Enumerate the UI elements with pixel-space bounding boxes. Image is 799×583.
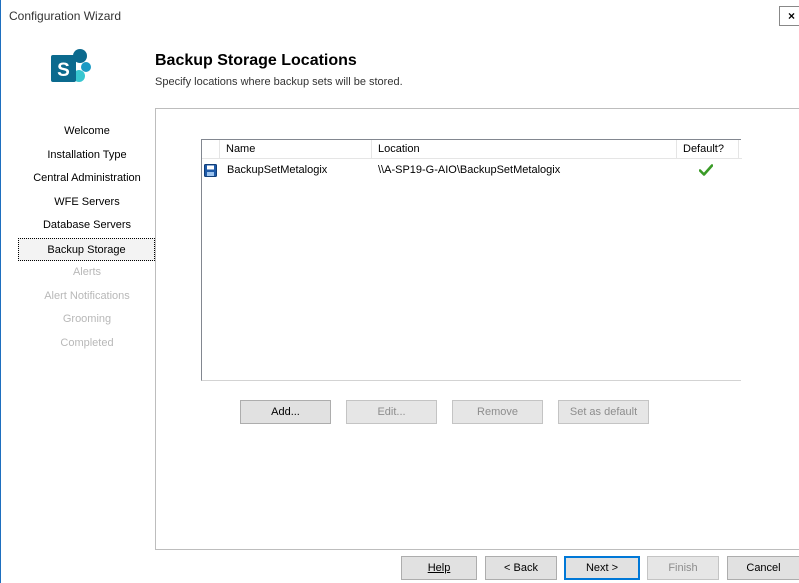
nav-step-alert-notifications: Alert Notifications [44, 289, 130, 302]
row-location: \\A-SP19-G-AIO\BackupSetMetalogix [378, 164, 561, 176]
row-name: BackupSetMetalogix [227, 164, 328, 176]
wizard-steps-nav: Welcome Installation Type Central Admini… [18, 120, 155, 355]
column-icon[interactable] [202, 140, 220, 159]
help-label: Help [427, 562, 451, 574]
disk-icon [204, 164, 217, 177]
cancel-button[interactable]: Cancel [727, 556, 799, 580]
nav-step-grooming: Grooming [62, 313, 112, 325]
nav-step-welcome[interactable]: Welcome [19, 120, 155, 144]
configuration-wizard-window: Configuration Wizard × S Backup Storage … [0, 0, 799, 583]
remove-button[interactable]: Remove [452, 400, 543, 424]
nav-step-alerts: Alerts [72, 266, 102, 278]
nav-step-installation-type[interactable]: Installation Type [19, 144, 155, 168]
close-button[interactable]: × [779, 6, 799, 26]
add-button[interactable]: Add... [240, 400, 331, 424]
nav-step-central-administration[interactable]: Central Administration [19, 167, 155, 191]
close-icon: × [788, 9, 796, 23]
next-button[interactable]: Next > [564, 556, 640, 580]
nav-step-database-servers[interactable]: Database Servers [19, 214, 155, 238]
list-item[interactable]: BackupSetMetalogix \\A-SP19-G-AIO\Backup… [202, 161, 742, 179]
svg-text:S: S [57, 60, 70, 81]
sharepoint-logo-icon: S [51, 49, 91, 82]
nav-step-wfe-servers[interactable]: WFE Servers [19, 191, 155, 215]
edit-button[interactable]: Edit... [346, 400, 437, 424]
page-subtitle: Specify locations where backup sets will… [155, 76, 403, 88]
nav-step-backup-storage[interactable]: Backup Storage [18, 237, 155, 261]
set-as-default-button[interactable]: Set as default [558, 400, 649, 424]
page-title: Backup Storage Locations [155, 52, 357, 69]
column-default[interactable]: Default? [677, 140, 739, 159]
column-location[interactable]: Location [372, 140, 677, 159]
nav-step-completed: Completed [60, 336, 114, 349]
window-title: Configuration Wizard [9, 9, 122, 23]
help-button[interactable]: Help [401, 556, 477, 580]
list-header: Name Location Default? [202, 140, 742, 159]
back-button[interactable]: < Back [485, 556, 557, 580]
checkmark-icon [699, 164, 713, 176]
backup-locations-list[interactable]: Name Location Default? BackupSetMetalogi… [201, 139, 742, 381]
title-bar: Configuration Wizard × [1, 0, 799, 30]
finish-button[interactable]: Finish [647, 556, 719, 580]
column-name[interactable]: Name [220, 140, 372, 159]
